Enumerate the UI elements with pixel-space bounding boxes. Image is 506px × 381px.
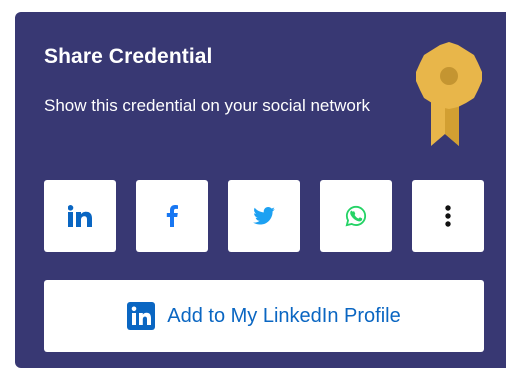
more-vertical-icon (445, 205, 451, 227)
whatsapp-icon (345, 205, 367, 227)
card-title: Share Credential (44, 45, 213, 68)
linkedin-logo-icon (127, 302, 156, 330)
share-whatsapp-button[interactable] (320, 180, 392, 252)
facebook-icon (166, 205, 178, 227)
add-to-linkedin-profile-button[interactable]: Add to My LinkedIn Profile (44, 280, 484, 352)
share-linkedin-button[interactable] (44, 180, 116, 252)
share-twitter-button[interactable] (228, 180, 300, 252)
card-subtitle: Show this credential on your social netw… (44, 96, 370, 115)
award-ribbon-icon (413, 38, 485, 156)
add-to-linkedin-label: Add to My LinkedIn Profile (167, 304, 401, 327)
share-facebook-button[interactable] (136, 180, 208, 252)
linkedin-icon (68, 205, 92, 227)
twitter-icon (253, 207, 275, 225)
share-more-button[interactable] (412, 180, 484, 252)
